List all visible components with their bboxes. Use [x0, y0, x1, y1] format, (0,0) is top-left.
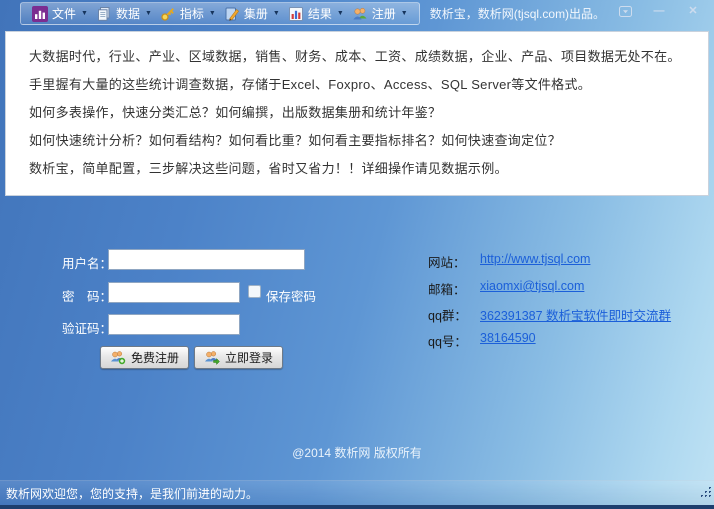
save-password-label: 保存密码: [266, 290, 317, 304]
website-link[interactable]: http://www.tjsql.com: [480, 252, 590, 271]
qq-group-label: qq群：: [428, 309, 467, 323]
contact-row-website: 网站： http://www.tjsql.com: [428, 252, 590, 271]
contact-row-qq-group: qq群： 362391387 数析宝软件即时交流群: [428, 305, 671, 324]
close-button[interactable]: ✕: [682, 4, 704, 18]
menu-item-indicator[interactable]: 指标 ▼: [156, 5, 220, 22]
user-add-icon: [110, 350, 126, 365]
status-message: 数析网欢迎您，您的支持，是我们前进的动力。: [6, 486, 259, 501]
contact-row-email: 邮箱： xiaomxi@tjsql.com: [428, 279, 584, 298]
qq-number-link[interactable]: 38164590: [480, 331, 536, 350]
email-link[interactable]: xiaomxi@tjsql.com: [480, 279, 584, 298]
qq-number-label: qq号：: [428, 335, 467, 349]
chevron-down-icon: ▼: [400, 10, 408, 17]
intro-line: 如何快速统计分析？如何看结构？如何看比重？如何看主要指标排名？如何快速查询定位？: [29, 133, 562, 148]
contact-row-qq-number: qq号： 38164590: [428, 331, 536, 350]
menu-item-label: 集册: [243, 7, 268, 21]
menu-item-file[interactable]: 文件 ▼: [28, 5, 92, 22]
intro-line: 大数据时代，行业、产业、区域数据，销售、财务、成本、工资、成绩数据，企业、产品、…: [29, 49, 681, 64]
files-icon: [96, 6, 112, 22]
login-button[interactable]: 立即登录: [194, 346, 284, 369]
users-icon: [352, 6, 368, 22]
chevron-down-icon: ▼: [336, 10, 344, 17]
intro-panel: 大数据时代，行业、产业、区域数据，销售、财务、成本、工资、成绩数据，企业、产品、…: [5, 31, 709, 196]
user-login-icon: [204, 350, 220, 365]
login-button-label: 立即登录: [225, 351, 274, 365]
register-button[interactable]: 免费注册: [100, 346, 190, 369]
menu-item-register[interactable]: 注册 ▼: [348, 5, 412, 22]
save-password-checkbox[interactable]: [248, 285, 261, 298]
window-controls: — ✕: [614, 4, 704, 18]
window-title: 数析宝，数析网(tjsql.com)出品。: [429, 7, 606, 21]
captcha-input[interactable]: [108, 314, 240, 335]
email-label: 邮箱：: [428, 283, 466, 297]
website-label: 网站：: [428, 256, 466, 270]
captcha-label: 验证码：: [62, 322, 113, 336]
copyright-text: @2014 数析网 版权所有: [292, 446, 422, 460]
register-button-label: 免费注册: [131, 351, 180, 365]
titlebar: 文件 ▼ 数据 ▼ 指标 ▼ 集册 ▼ 结果 ▼ 注册 ▼ 数析宝，数析网(tj…: [0, 0, 714, 27]
resize-grip[interactable]: [701, 485, 712, 503]
menu-item-label: 指标: [179, 7, 204, 21]
password-input[interactable]: [108, 282, 240, 303]
chevron-down-icon: ▼: [208, 10, 216, 17]
app-barchart-icon: [32, 5, 48, 22]
menu-item-album[interactable]: 集册 ▼: [220, 5, 284, 22]
chevron-down-icon: ▼: [144, 10, 152, 17]
password-label: 密 码：: [62, 290, 113, 304]
menu-item-label: 文件: [52, 7, 77, 21]
statusbar: 数析网欢迎您，您的支持，是我们前进的动力。: [0, 480, 714, 509]
menu-item-label: 注册: [371, 7, 396, 21]
menu-item-label: 数据: [115, 7, 140, 21]
pen-book-icon: [224, 6, 240, 22]
username-label: 用户名：: [62, 257, 113, 271]
chart-icon: [288, 6, 304, 22]
minimize-to-tray-button[interactable]: [614, 4, 636, 18]
menu-item-data[interactable]: 数据 ▼: [92, 5, 156, 22]
menu-item-label: 结果: [307, 7, 332, 21]
qq-group-link[interactable]: 362391387 数析宝软件即时交流群: [480, 305, 671, 324]
intro-line: 手里握有大量的这些统计调查数据，存储于Excel、Foxpro、Access、S…: [29, 77, 592, 92]
menu-item-result[interactable]: 结果 ▼: [284, 5, 348, 22]
app-window: 文件 ▼ 数据 ▼ 指标 ▼ 集册 ▼ 结果 ▼ 注册 ▼ 数析宝，数析网(tj…: [0, 0, 714, 509]
key-icon: [160, 6, 176, 22]
minimize-button[interactable]: —: [648, 4, 670, 18]
chevron-down-icon: ▼: [81, 10, 88, 17]
intro-line: 如何多表操作，快速分类汇总？如何编撰，出版数据集册和统计年鉴？: [29, 105, 442, 120]
intro-line: 数析宝，简单配置，三步解决这些问题，省时又省力！！详细操作请见数据示例。: [29, 161, 508, 176]
chevron-down-icon: ▼: [272, 10, 280, 17]
menubar: 文件 ▼ 数据 ▼ 指标 ▼ 集册 ▼ 结果 ▼ 注册 ▼: [20, 2, 420, 25]
username-input[interactable]: [108, 249, 305, 270]
